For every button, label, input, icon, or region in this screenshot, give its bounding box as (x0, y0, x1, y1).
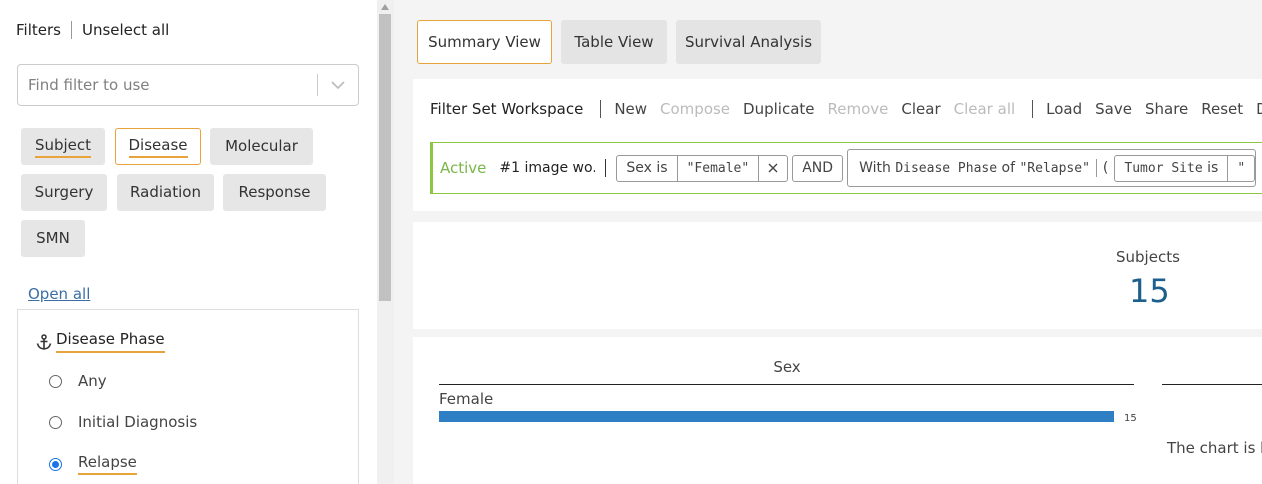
unselect-all-link[interactable]: Unselect all (82, 21, 169, 39)
row-divider (605, 159, 607, 177)
chevron-down-icon[interactable] (318, 65, 358, 105)
pill-operator: is (656, 160, 668, 176)
toolbar-divider (600, 100, 602, 118)
open-all-link[interactable]: Open all (28, 285, 90, 303)
chart-title: Sex (773, 358, 801, 376)
close-icon[interactable] (758, 155, 787, 181)
remove-button[interactable]: Remove (828, 100, 889, 118)
active-filter-set-row[interactable]: Active #1 image wo... Sex is "Female" AN… (430, 142, 1262, 194)
pill-operator: of (1001, 160, 1016, 176)
pill-value: "Female" (676, 155, 759, 181)
clear-all-button[interactable]: Clear all (954, 100, 1016, 118)
filters-header: Filters Unselect all (16, 21, 169, 39)
radio-button[interactable] (49, 374, 62, 388)
find-filter-select[interactable] (17, 64, 359, 106)
filter-pill-sex[interactable]: Sex is "Female" (616, 154, 789, 182)
bar-female[interactable] (439, 411, 1114, 422)
summary-stats-card: Subjects 15 (413, 222, 1262, 329)
filter-tab-label: Molecular (225, 136, 298, 155)
filter-tab-subject[interactable]: Subject (21, 128, 105, 165)
phase-option-relapse[interactable]: Relapse (49, 453, 137, 475)
pill-divider (1095, 159, 1097, 177)
delete-button[interactable]: De (1256, 100, 1262, 118)
radio-button-selected[interactable] (49, 457, 62, 471)
filter-tab-smn[interactable]: SMN (21, 220, 85, 257)
pill-field-name: Sex (626, 160, 652, 176)
workspace-title: Filter Set Workspace (430, 100, 584, 118)
filters-panel: Filters Unselect all Subject Disease Mol… (0, 0, 377, 484)
phase-option-any[interactable]: Any (49, 372, 107, 390)
phase-option-initial-diagnosis[interactable]: Initial Diagnosis (49, 413, 197, 431)
pill-field-name: Disease Phase (895, 160, 998, 176)
radio-button[interactable] (49, 415, 62, 429)
find-filter-input[interactable] (18, 65, 317, 105)
pill-value: "Relapse" (1019, 160, 1090, 176)
header-divider (70, 21, 72, 39)
filter-tab-label: Radiation (130, 182, 201, 201)
duplicate-button[interactable]: Duplicate (743, 100, 814, 118)
anchor-icon (36, 333, 52, 350)
reset-button[interactable]: Reset (1201, 100, 1243, 118)
sex-bar-chart: Female 15 (439, 390, 1137, 424)
and-operator[interactable]: AND (792, 154, 844, 182)
disease-phase-header[interactable]: Disease Phase (36, 330, 165, 353)
chart-title-rule (439, 384, 1134, 385)
phase-option-label: Any (78, 372, 107, 390)
load-button[interactable]: Load (1046, 100, 1082, 118)
pill-value: " (1227, 155, 1254, 181)
and-label: AND (802, 160, 834, 176)
bar-category-label: Female (439, 390, 493, 408)
paren-open: ( (1102, 160, 1109, 176)
pill-prefix: With (859, 160, 891, 176)
disease-phase-filter: Disease Phase Any Initial Diagnosis Rela… (17, 309, 359, 484)
phase-option-label: Initial Diagnosis (78, 413, 198, 431)
pill-operator: is (1207, 160, 1219, 176)
filter-tab-surgery[interactable]: Surgery (21, 174, 107, 211)
pill-field: Tumor Site is (1115, 156, 1227, 181)
filter-set-workspace: Filter Set Workspace New Compose Duplica… (413, 79, 1262, 211)
filters-title: Filters (16, 21, 61, 39)
filter-set-name: #1 image wo... (499, 160, 596, 176)
share-button[interactable]: Share (1145, 100, 1188, 118)
save-button[interactable]: Save (1095, 100, 1132, 118)
compose-button[interactable]: Compose (660, 100, 730, 118)
tab-table-view[interactable]: Table View (561, 20, 667, 64)
filter-tab-molecular[interactable]: Molecular (210, 128, 313, 165)
tab-summary-view[interactable]: Summary View (417, 20, 552, 64)
tab-survival-analysis[interactable]: Survival Analysis (676, 20, 821, 64)
chart-title-rule (1162, 384, 1262, 385)
scroll-up-arrow-icon[interactable] (381, 4, 389, 10)
sex-chart-card: Sex Female 15 The chart is h (413, 337, 1262, 484)
left-panel-scrollbar[interactable] (377, 0, 394, 484)
filter-tab-radiation[interactable]: Radiation (117, 174, 214, 211)
subjects-label: Subjects (1116, 248, 1180, 266)
workspace-toolbar: Filter Set Workspace New Compose Duplica… (430, 100, 1262, 118)
chart-hidden-message: The chart is h (1167, 439, 1262, 457)
filter-pill-disease-phase[interactable]: With Disease Phase of "Relapse" ( Tumor … (847, 149, 1257, 187)
toolbar-divider (1032, 100, 1034, 118)
clear-button[interactable]: Clear (901, 100, 940, 118)
subjects-count: 15 (1129, 272, 1170, 310)
pill-field: Sex is (617, 156, 676, 181)
filter-tab-label: SMN (36, 228, 70, 247)
disease-phase-title: Disease Phase (56, 330, 165, 353)
new-button[interactable]: New (614, 100, 647, 118)
filter-tab-label: Disease (128, 136, 188, 158)
filter-tab-label: Response (238, 182, 311, 201)
filter-tab-label: Subject (34, 136, 92, 158)
phase-option-label: Relapse (78, 453, 137, 475)
bar-value-label: 15 (1124, 413, 1137, 424)
filter-tab-response[interactable]: Response (223, 174, 326, 211)
filter-tab-disease[interactable]: Disease (115, 128, 201, 165)
filter-tab-label: Surgery (34, 182, 94, 201)
scrollbar-thumb[interactable] (379, 14, 391, 301)
active-label: Active (440, 159, 487, 177)
filter-pill-tumor-site[interactable]: Tumor Site is " (1114, 154, 1256, 182)
main-content: Summary View Table View Survival Analysi… (394, 0, 1262, 484)
pill-field-name: Tumor Site (1124, 160, 1203, 176)
